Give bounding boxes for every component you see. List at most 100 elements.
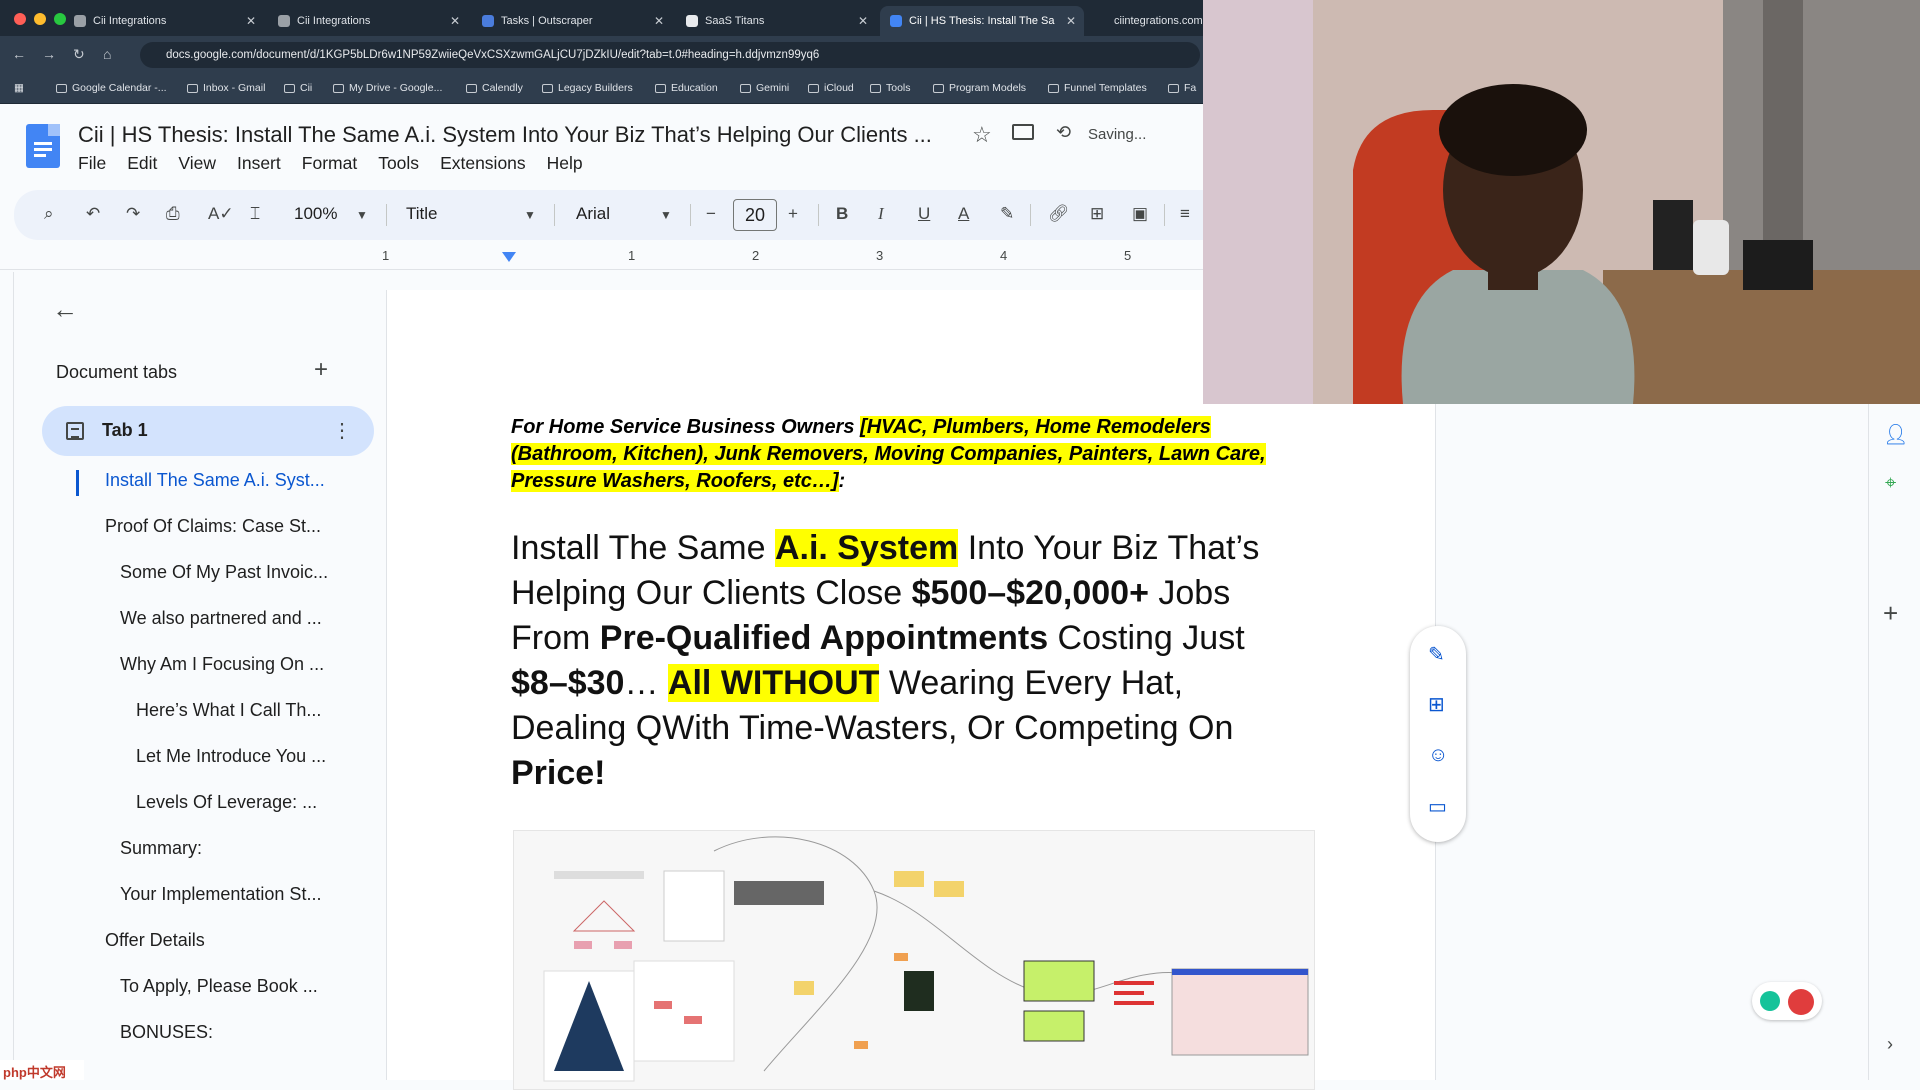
add-comment-icon[interactable]: ⊞ bbox=[1428, 692, 1445, 717]
outline-item[interactable]: BONUSES: bbox=[120, 1022, 213, 1043]
bookmark-item[interactable]: My Drive - Google... bbox=[333, 82, 442, 94]
bookmark-item[interactable]: Tools bbox=[870, 82, 911, 94]
forward-icon[interactable]: → bbox=[42, 46, 56, 62]
intro-paragraph[interactable]: For Home Service Business Owners [HVAC, … bbox=[511, 414, 1311, 495]
browser-tab-4[interactable]: SaaS Titans ✕ bbox=[676, 6, 876, 36]
outline-item[interactable]: We also partnered and ... bbox=[120, 608, 322, 629]
chevron-down-icon[interactable]: ▼ bbox=[356, 208, 368, 222]
outline-item[interactable]: Why Am I Focusing On ... bbox=[120, 654, 324, 675]
add-tab-icon[interactable]: + bbox=[314, 356, 328, 384]
outline-item-active[interactable]: Install The Same A.i. Syst... bbox=[105, 470, 325, 491]
move-folder-icon[interactable] bbox=[1012, 124, 1034, 140]
close-tab-icon[interactable]: ✕ bbox=[1066, 14, 1076, 28]
outline-item[interactable]: To Apply, Please Book ... bbox=[120, 976, 318, 997]
highlight-color-icon[interactable]: ✎ bbox=[1000, 204, 1014, 224]
bookmark-item[interactable]: Inbox - Gmail bbox=[187, 82, 265, 94]
bookmark-item[interactable]: Legacy Builders bbox=[542, 82, 633, 94]
italic-icon[interactable]: I bbox=[878, 204, 884, 224]
close-tab-icon[interactable]: ✕ bbox=[858, 14, 868, 28]
menu-tools[interactable]: Tools bbox=[378, 153, 419, 174]
grammarly-widget[interactable] bbox=[1752, 982, 1822, 1020]
bookmark-item[interactable]: Fa bbox=[1168, 82, 1196, 94]
star-icon[interactable]: ☆ bbox=[972, 122, 992, 148]
suggest-edit-icon[interactable]: ▭ bbox=[1428, 794, 1447, 819]
add-on-plus-icon[interactable]: + bbox=[1883, 598, 1898, 629]
indent-marker[interactable] bbox=[502, 252, 516, 262]
search-menus-icon[interactable]: ⌕ bbox=[44, 204, 54, 224]
google-docs-logo-icon[interactable] bbox=[26, 124, 60, 168]
undo-icon[interactable]: ↶ bbox=[86, 204, 100, 224]
bookmark-item[interactable]: Education bbox=[655, 82, 718, 94]
menu-edit[interactable]: Edit bbox=[127, 153, 157, 174]
font-size-input[interactable]: 20 bbox=[733, 199, 777, 231]
menu-help[interactable]: Help bbox=[547, 153, 583, 174]
increase-font-size-icon[interactable]: + bbox=[788, 204, 798, 224]
outline-item[interactable]: Summary: bbox=[120, 838, 202, 859]
browser-tab-2[interactable]: Cii Integrations ✕ bbox=[268, 6, 468, 36]
reload-icon[interactable]: ↻ bbox=[73, 46, 85, 63]
browser-tab-active[interactable]: Cii | HS Thesis: Install The Sa ✕ bbox=[880, 6, 1084, 36]
document-page[interactable]: For Home Service Business Owners [HVAC, … bbox=[386, 290, 1436, 1090]
edit-suggest-icon[interactable]: ✎ bbox=[1428, 642, 1445, 667]
bookmark-item[interactable]: Gemini bbox=[740, 82, 789, 94]
menu-view[interactable]: View bbox=[178, 153, 216, 174]
document-title[interactable]: Cii | HS Thesis: Install The Same A.i. S… bbox=[78, 122, 932, 148]
back-icon[interactable]: ← bbox=[12, 46, 26, 62]
chevron-right-icon[interactable]: › bbox=[1887, 1034, 1893, 1055]
menu-extensions[interactable]: Extensions bbox=[440, 153, 526, 174]
text-color-icon[interactable]: A bbox=[958, 204, 969, 224]
zoom-select[interactable]: 100% bbox=[294, 204, 337, 224]
document-title-heading[interactable]: Install The Same A.i. System Into Your B… bbox=[511, 526, 1301, 796]
outline-item[interactable]: Offer Details bbox=[105, 930, 205, 951]
outline-item[interactable]: Let Me Introduce You ... bbox=[136, 746, 326, 767]
bookmark-item[interactable]: iCloud bbox=[808, 82, 854, 94]
close-tab-icon[interactable]: ✕ bbox=[246, 14, 256, 28]
bookmark-item[interactable]: Google Calendar -... bbox=[56, 82, 167, 94]
menu-file[interactable]: File bbox=[78, 153, 106, 174]
more-options-icon[interactable]: ⋮ bbox=[332, 418, 352, 443]
close-tab-icon[interactable]: ✕ bbox=[450, 14, 460, 28]
insert-image-icon[interactable]: ▣ bbox=[1132, 204, 1148, 224]
underline-icon[interactable]: U bbox=[918, 204, 930, 224]
decrease-font-size-icon[interactable]: − bbox=[706, 204, 716, 224]
apps-grid-icon[interactable]: ▦ bbox=[14, 82, 24, 94]
outline-item[interactable]: Levels Of Leverage: ... bbox=[136, 792, 317, 813]
browser-tab-1[interactable]: Cii Integrations ✕ bbox=[64, 6, 264, 36]
paint-format-icon[interactable]: ⌶ bbox=[250, 204, 260, 224]
bookmark-item[interactable]: Cii bbox=[284, 82, 312, 94]
menu-insert[interactable]: Insert bbox=[237, 153, 281, 174]
insert-link-icon[interactable]: 🔗︎ bbox=[1048, 204, 1070, 224]
home-icon[interactable]: ⌂ bbox=[103, 46, 111, 62]
bookmark-item[interactable]: Program Models bbox=[933, 82, 1026, 94]
spellcheck-icon[interactable]: A✓ bbox=[208, 204, 234, 224]
contacts-icon[interactable]: 👤︎ bbox=[1883, 422, 1908, 447]
close-window-button[interactable] bbox=[14, 13, 26, 25]
outline-item[interactable]: Some Of My Past Invoic... bbox=[120, 562, 328, 583]
bookmark-item[interactable]: Calendly bbox=[466, 82, 523, 94]
system-flowchart-image[interactable] bbox=[513, 830, 1315, 1090]
outline-item[interactable]: Your Implementation St... bbox=[120, 884, 321, 905]
horizontal-ruler[interactable]: 1 1 2 3 4 5 bbox=[0, 244, 1203, 270]
browser-tab-3[interactable]: Tasks | Outscraper ✕ bbox=[472, 6, 672, 36]
url-field[interactable]: docs.google.com/document/d/1KGP5bLDr6w1N… bbox=[140, 42, 1200, 68]
align-icon[interactable]: ≡ bbox=[1180, 204, 1190, 224]
redo-icon[interactable]: ↷ bbox=[126, 204, 140, 224]
chevron-down-icon[interactable]: ▼ bbox=[524, 208, 536, 222]
print-icon[interactable]: ⎙ bbox=[166, 204, 180, 224]
paragraph-style-select[interactable]: Title bbox=[406, 204, 438, 224]
bookmark-item[interactable]: Funnel Templates bbox=[1048, 82, 1147, 94]
outline-item[interactable]: Proof Of Claims: Case St... bbox=[105, 516, 321, 537]
maps-icon[interactable]: ⌖ bbox=[1885, 472, 1896, 495]
font-family-select[interactable]: Arial bbox=[576, 204, 610, 224]
close-outline-back-icon[interactable]: ← bbox=[52, 294, 78, 325]
document-tab-1[interactable]: Tab 1 ⋮ bbox=[42, 406, 374, 456]
outline-item[interactable]: Here’s What I Call Th... bbox=[136, 700, 321, 721]
add-comment-icon[interactable]: ⊞ bbox=[1090, 204, 1104, 224]
menu-format[interactable]: Format bbox=[302, 153, 357, 174]
browser-tab-6[interactable]: ciintegrations.com bbox=[1104, 6, 1203, 36]
bold-icon[interactable]: B bbox=[836, 204, 848, 224]
minimize-window-button[interactable] bbox=[34, 13, 46, 25]
chevron-down-icon[interactable]: ▼ bbox=[660, 208, 672, 222]
emoji-reaction-icon[interactable]: ☺ bbox=[1428, 744, 1448, 767]
close-tab-icon[interactable]: ✕ bbox=[654, 14, 664, 28]
